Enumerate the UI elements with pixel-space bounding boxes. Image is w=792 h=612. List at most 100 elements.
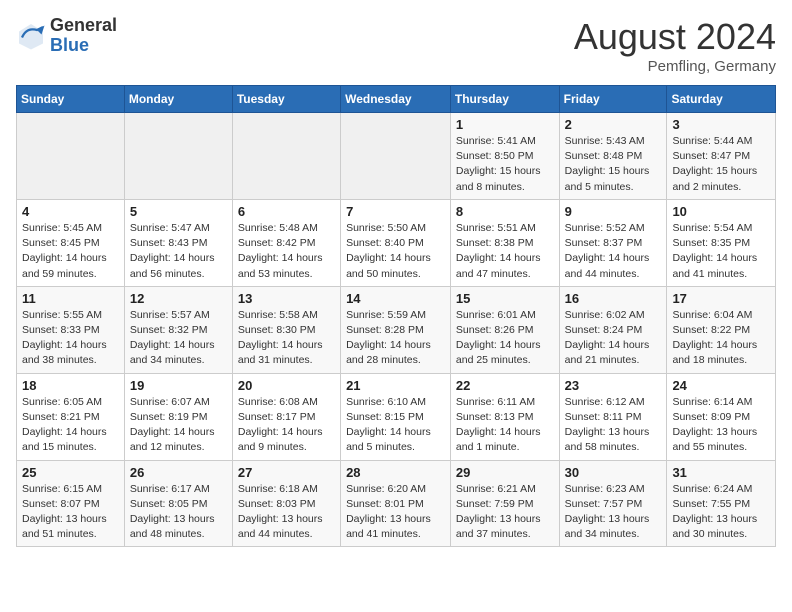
calendar-cell: 27 Sunrise: 6:18 AM Sunset: 8:03 PM Dayli…	[232, 460, 340, 547]
day-number: 21	[346, 378, 445, 393]
calendar-cell: 4Sunrise: 5:45 AM Sunset: 8:45 PM Daylig…	[17, 199, 125, 286]
calendar-cell: 2 Sunrise: 5:43 AM Sunset: 8:48 PM Daylig…	[559, 113, 667, 200]
calendar-cell: 7Sunrise: 5:50 AM Sunset: 8:40 PM Daylig…	[341, 199, 451, 286]
calendar-cell: 10 Sunrise: 5:54 AM Sunset: 8:35 PM Dayli…	[667, 199, 776, 286]
weekday-header-monday: Monday	[124, 86, 232, 113]
day-info: Sunrise: 5:43 AM Sunset: 8:48 PM Dayligh…	[565, 134, 662, 195]
day-info: Sunrise: 6:12 AM Sunset: 8:11 PM Dayligh…	[565, 395, 662, 456]
calendar-week-row: 25Sunrise: 6:15 AM Sunset: 8:07 PM Dayli…	[17, 460, 776, 547]
day-info: Sunrise: 5:54 AM Sunset: 8:35 PM Dayligh…	[672, 221, 770, 282]
day-number: 13	[238, 291, 335, 306]
day-info: Sunrise: 5:58 AM Sunset: 8:30 PM Dayligh…	[238, 308, 335, 369]
weekday-header-friday: Friday	[559, 86, 667, 113]
day-number: 8	[456, 204, 554, 219]
day-number: 14	[346, 291, 445, 306]
calendar-cell: 1Sunrise: 5:41 AM Sunset: 8:50 PM Daylig…	[450, 113, 559, 200]
calendar-cell: 13 Sunrise: 5:58 AM Sunset: 8:30 PM Dayli…	[232, 286, 340, 373]
day-info: Sunrise: 5:51 AM Sunset: 8:38 PM Dayligh…	[456, 221, 554, 282]
calendar-cell: 25Sunrise: 6:15 AM Sunset: 8:07 PM Dayli…	[17, 460, 125, 547]
day-info: Sunrise: 6:11 AM Sunset: 8:13 PM Dayligh…	[456, 395, 554, 456]
calendar-cell: 17 Sunrise: 6:04 AM Sunset: 8:22 PM Dayli…	[667, 286, 776, 373]
calendar-cell: 26Sunrise: 6:17 AM Sunset: 8:05 PM Dayli…	[124, 460, 232, 547]
day-info: Sunrise: 5:44 AM Sunset: 8:47 PM Dayligh…	[672, 134, 770, 195]
day-number: 23	[565, 378, 662, 393]
calendar-cell: 11 Sunrise: 5:55 AM Sunset: 8:33 PM Dayli…	[17, 286, 125, 373]
day-number: 11	[22, 291, 119, 306]
logo-text: General Blue	[50, 16, 117, 56]
calendar-cell: 6 Sunrise: 5:48 AM Sunset: 8:42 PM Daylig…	[232, 199, 340, 286]
calendar-cell	[124, 113, 232, 200]
day-number: 5	[130, 204, 227, 219]
logo-general-text: General	[50, 16, 117, 36]
calendar-cell: 21 Sunrise: 6:10 AM Sunset: 8:15 PM Dayli…	[341, 373, 451, 460]
calendar-cell: 3Sunrise: 5:44 AM Sunset: 8:47 PM Daylig…	[667, 113, 776, 200]
weekday-header-thursday: Thursday	[450, 86, 559, 113]
day-info: Sunrise: 6:21 AM Sunset: 7:59 PM Dayligh…	[456, 482, 554, 543]
day-number: 16	[565, 291, 662, 306]
day-number: 18	[22, 378, 119, 393]
day-number: 10	[672, 204, 770, 219]
day-number: 17	[672, 291, 770, 306]
day-info: Sunrise: 6:05 AM Sunset: 8:21 PM Dayligh…	[22, 395, 119, 456]
calendar-cell: 16 Sunrise: 6:02 AM Sunset: 8:24 PM Dayli…	[559, 286, 667, 373]
day-info: Sunrise: 6:10 AM Sunset: 8:15 PM Dayligh…	[346, 395, 445, 456]
calendar-cell: 29 Sunrise: 6:21 AM Sunset: 7:59 PM Dayli…	[450, 460, 559, 547]
day-info: Sunrise: 6:01 AM Sunset: 8:26 PM Dayligh…	[456, 308, 554, 369]
day-info: Sunrise: 6:14 AM Sunset: 8:09 PM Dayligh…	[672, 395, 770, 456]
day-number: 24	[672, 378, 770, 393]
day-number: 12	[130, 291, 227, 306]
day-info: Sunrise: 5:59 AM Sunset: 8:28 PM Dayligh…	[346, 308, 445, 369]
day-info: Sunrise: 5:48 AM Sunset: 8:42 PM Dayligh…	[238, 221, 335, 282]
day-number: 29	[456, 465, 554, 480]
calendar-cell: 15 Sunrise: 6:01 AM Sunset: 8:26 PM Dayli…	[450, 286, 559, 373]
day-info: Sunrise: 5:47 AM Sunset: 8:43 PM Dayligh…	[130, 221, 227, 282]
day-number: 6	[238, 204, 335, 219]
calendar-cell	[232, 113, 340, 200]
location: Pemfling, Germany	[574, 58, 776, 75]
calendar-table: SundayMondayTuesdayWednesdayThursdayFrid…	[16, 85, 776, 547]
day-info: Sunrise: 6:07 AM Sunset: 8:19 PM Dayligh…	[130, 395, 227, 456]
day-info: Sunrise: 6:08 AM Sunset: 8:17 PM Dayligh…	[238, 395, 335, 456]
calendar-cell: 14 Sunrise: 5:59 AM Sunset: 8:28 PM Dayli…	[341, 286, 451, 373]
day-number: 28	[346, 465, 445, 480]
day-number: 7	[346, 204, 445, 219]
day-info: Sunrise: 5:55 AM Sunset: 8:33 PM Dayligh…	[22, 308, 119, 369]
day-info: Sunrise: 6:04 AM Sunset: 8:22 PM Dayligh…	[672, 308, 770, 369]
day-info: Sunrise: 6:23 AM Sunset: 7:57 PM Dayligh…	[565, 482, 662, 543]
weekday-header-row: SundayMondayTuesdayWednesdayThursdayFrid…	[17, 86, 776, 113]
calendar-cell: 19 Sunrise: 6:07 AM Sunset: 8:19 PM Dayli…	[124, 373, 232, 460]
day-number: 27	[238, 465, 335, 480]
logo-icon	[16, 21, 46, 51]
calendar-body: 1Sunrise: 5:41 AM Sunset: 8:50 PM Daylig…	[17, 113, 776, 547]
calendar-week-row: 11 Sunrise: 5:55 AM Sunset: 8:33 PM Dayli…	[17, 286, 776, 373]
calendar-cell: 28 Sunrise: 6:20 AM Sunset: 8:01 PM Dayli…	[341, 460, 451, 547]
calendar-week-row: 18 Sunrise: 6:05 AM Sunset: 8:21 PM Dayli…	[17, 373, 776, 460]
day-number: 2	[565, 117, 662, 132]
calendar-cell	[341, 113, 451, 200]
day-info: Sunrise: 6:18 AM Sunset: 8:03 PM Dayligh…	[238, 482, 335, 543]
calendar-cell: 12Sunrise: 5:57 AM Sunset: 8:32 PM Dayli…	[124, 286, 232, 373]
weekday-header-sunday: Sunday	[17, 86, 125, 113]
month-title: August 2024	[574, 16, 776, 58]
calendar-cell: 20 Sunrise: 6:08 AM Sunset: 8:17 PM Dayli…	[232, 373, 340, 460]
weekday-header-wednesday: Wednesday	[341, 86, 451, 113]
calendar-cell: 5 Sunrise: 5:47 AM Sunset: 8:43 PM Daylig…	[124, 199, 232, 286]
calendar-week-row: 1Sunrise: 5:41 AM Sunset: 8:50 PM Daylig…	[17, 113, 776, 200]
day-info: Sunrise: 6:02 AM Sunset: 8:24 PM Dayligh…	[565, 308, 662, 369]
calendar-cell: 23 Sunrise: 6:12 AM Sunset: 8:11 PM Dayli…	[559, 373, 667, 460]
day-number: 1	[456, 117, 554, 132]
calendar-cell	[17, 113, 125, 200]
day-number: 15	[456, 291, 554, 306]
day-number: 25	[22, 465, 119, 480]
calendar-cell: 31Sunrise: 6:24 AM Sunset: 7:55 PM Dayli…	[667, 460, 776, 547]
weekday-header-saturday: Saturday	[667, 86, 776, 113]
logo-blue-text: Blue	[50, 36, 117, 56]
day-info: Sunrise: 6:20 AM Sunset: 8:01 PM Dayligh…	[346, 482, 445, 543]
calendar-cell: 8 Sunrise: 5:51 AM Sunset: 8:38 PM Daylig…	[450, 199, 559, 286]
day-info: Sunrise: 6:24 AM Sunset: 7:55 PM Dayligh…	[672, 482, 770, 543]
day-number: 20	[238, 378, 335, 393]
page-header: General Blue August 2024 Pemfling, Germa…	[16, 16, 776, 75]
weekday-header-tuesday: Tuesday	[232, 86, 340, 113]
day-number: 30	[565, 465, 662, 480]
day-number: 19	[130, 378, 227, 393]
